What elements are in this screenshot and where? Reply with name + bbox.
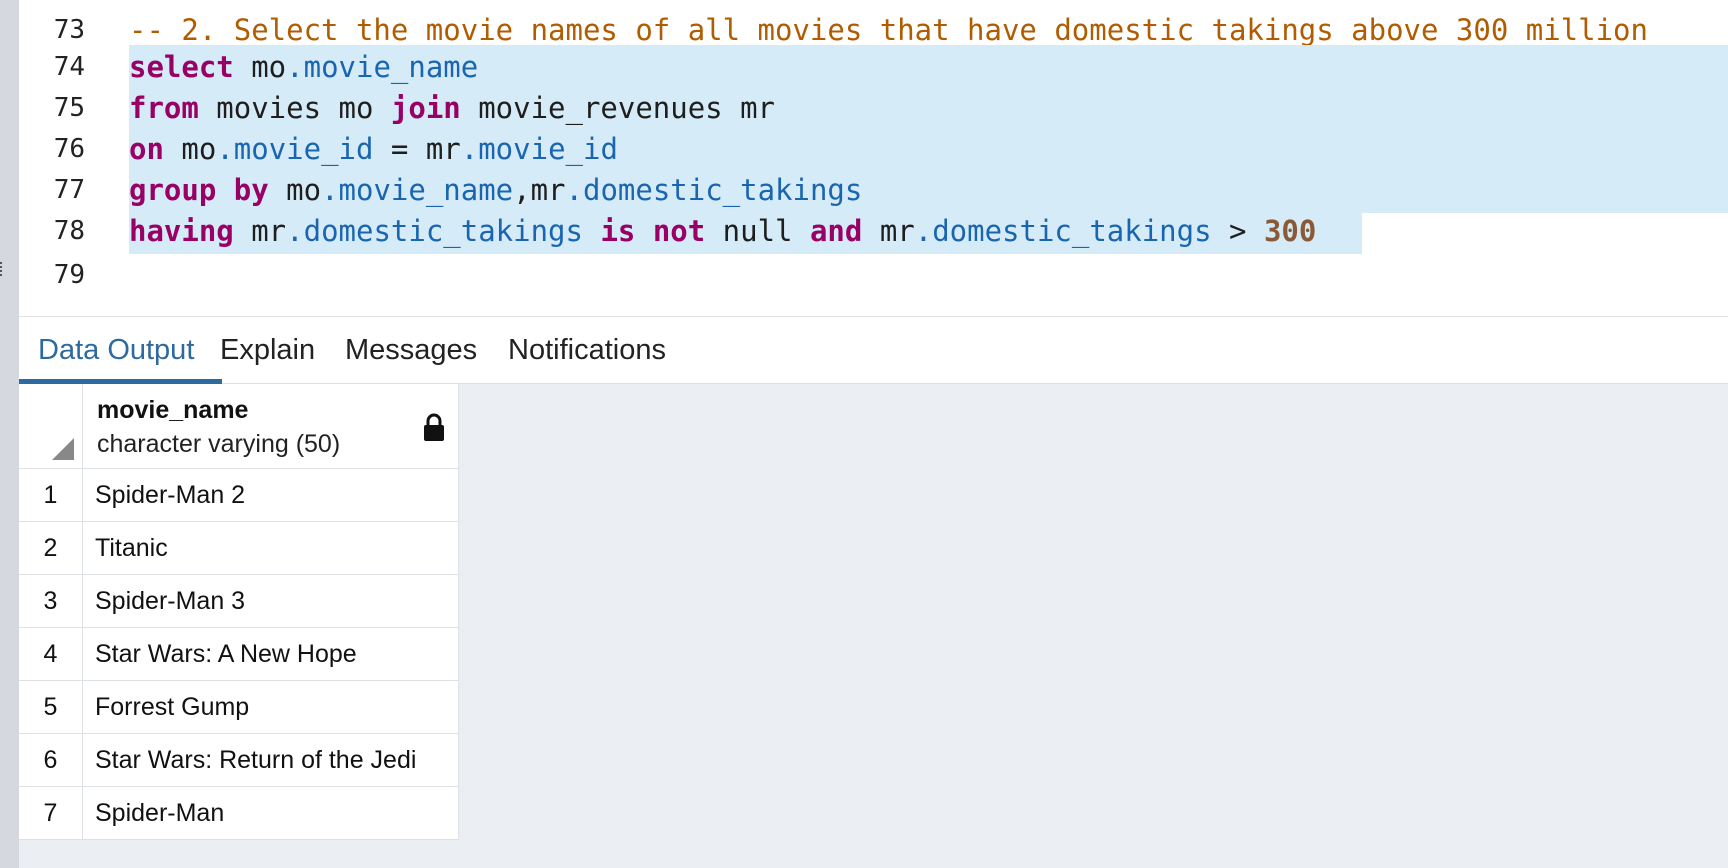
- code-line-78: 78 having mr.domestic_takings is not nul…: [19, 209, 1728, 254]
- line-number: 78: [53, 216, 85, 246]
- code-token: movie_revenues mr: [460, 91, 776, 125]
- code-token: 300: [1263, 214, 1317, 248]
- data-output-grid: movie_name character varying (50) 1 Spid…: [19, 384, 1728, 868]
- grid-select-all-corner[interactable]: [19, 384, 83, 469]
- code-token: mo: [268, 173, 322, 207]
- code-token: from: [129, 91, 199, 125]
- code-token: ,mr: [513, 173, 566, 207]
- table-cell[interactable]: Titanic: [83, 522, 459, 575]
- code-token: mo: [233, 50, 287, 84]
- table-cell[interactable]: Forrest Gump: [83, 681, 459, 734]
- lock-icon: [424, 413, 444, 441]
- code-line-74: 74 select mo.movie_name: [19, 45, 1728, 90]
- table-cell[interactable]: Star Wars: A New Hope: [83, 628, 459, 681]
- table-row[interactable]: 7 Spider-Man: [19, 787, 459, 840]
- code-token: on: [129, 132, 164, 166]
- line-number: 75: [53, 93, 85, 123]
- row-number: 7: [19, 787, 83, 840]
- left-gutter-strip: [0, 0, 19, 868]
- code-token: -- 2. Select the movie names of all movi…: [129, 13, 1648, 47]
- code-token: group by: [129, 173, 269, 207]
- code-token: = mr: [373, 132, 461, 166]
- line-number: 76: [53, 134, 85, 164]
- code-token: .movie_name: [286, 50, 479, 84]
- line-number: 77: [53, 175, 85, 205]
- output-tab-bar: Data Output Explain Messages Notificatio…: [19, 316, 1728, 384]
- code-token: mr: [233, 214, 287, 248]
- table-row[interactable]: 4 Star Wars: A New Hope: [19, 628, 459, 681]
- corner-triangle-icon: [52, 438, 74, 460]
- code-token: .movie_id: [460, 132, 618, 166]
- table-cell[interactable]: Star Wars: Return of the Jedi: [83, 734, 459, 787]
- code-token: .domestic_takings: [914, 214, 1212, 248]
- table-row[interactable]: 1 Spider-Man 2: [19, 469, 459, 522]
- code-line-76: 76 on mo.movie_id = mr.movie_id: [19, 127, 1728, 172]
- column-name: movie_name: [97, 396, 249, 424]
- table-row[interactable]: 5 Forrest Gump: [19, 681, 459, 734]
- code-token: .domestic_takings: [565, 173, 863, 207]
- table-row[interactable]: 3 Spider-Man 3: [19, 575, 459, 628]
- code-line-79: 79: [19, 253, 1728, 298]
- code-token: .movie_id: [216, 132, 374, 166]
- table-cell[interactable]: Spider-Man 2: [83, 469, 459, 522]
- code-token: select: [129, 50, 234, 84]
- tab-explain[interactable]: Explain: [220, 317, 315, 385]
- code-token: >: [1211, 214, 1264, 248]
- code-token: movies mo: [198, 91, 391, 125]
- row-number: 6: [19, 734, 83, 787]
- line-number: 79: [53, 260, 85, 290]
- code-token: is not: [600, 214, 706, 248]
- row-number: 5: [19, 681, 83, 734]
- code-token: null: [705, 214, 810, 248]
- row-number: 2: [19, 522, 83, 575]
- code-token: .movie_name: [321, 173, 514, 207]
- table-row[interactable]: 6 Star Wars: Return of the Jedi: [19, 734, 459, 787]
- line-number: 74: [53, 52, 85, 82]
- column-type: character varying (50): [97, 430, 341, 458]
- code-text: on mo.movie_id = mr.movie_id: [129, 127, 618, 172]
- code-token: mr: [862, 214, 915, 248]
- splitter-grip[interactable]: [0, 262, 3, 284]
- tab-messages[interactable]: Messages: [345, 317, 477, 385]
- column-header-movie-name[interactable]: movie_name character varying (50): [83, 384, 459, 469]
- code-line-75: 75 from movies mo join movie_revenues mr: [19, 86, 1728, 131]
- code-text: from movies mo join movie_revenues mr: [129, 86, 775, 131]
- code-token: join: [390, 91, 461, 125]
- row-number: 4: [19, 628, 83, 681]
- table-cell[interactable]: Spider-Man 3: [83, 575, 459, 628]
- row-number: 3: [19, 575, 83, 628]
- code-text: having mr.domestic_takings is not null a…: [129, 209, 1316, 254]
- code-token: .domestic_takings: [286, 214, 583, 248]
- code-token: and: [809, 214, 863, 248]
- table-row[interactable]: 2 Titanic: [19, 522, 459, 575]
- tab-notifications[interactable]: Notifications: [508, 317, 666, 385]
- code-token: having: [129, 214, 234, 248]
- sql-editor[interactable]: 73 -- 2. Select the movie names of all m…: [19, 0, 1728, 316]
- row-number: 1: [19, 469, 83, 522]
- table-cell[interactable]: Spider-Man: [83, 787, 459, 840]
- code-token: mo: [163, 132, 217, 166]
- code-text: select mo.movie_name: [129, 45, 478, 90]
- tab-data-output[interactable]: Data Output: [38, 317, 194, 385]
- code-text: group by mo.movie_name,mr.domestic_takin…: [129, 168, 862, 213]
- code-line-77: 77 group by mo.movie_name,mr.domestic_ta…: [19, 168, 1728, 213]
